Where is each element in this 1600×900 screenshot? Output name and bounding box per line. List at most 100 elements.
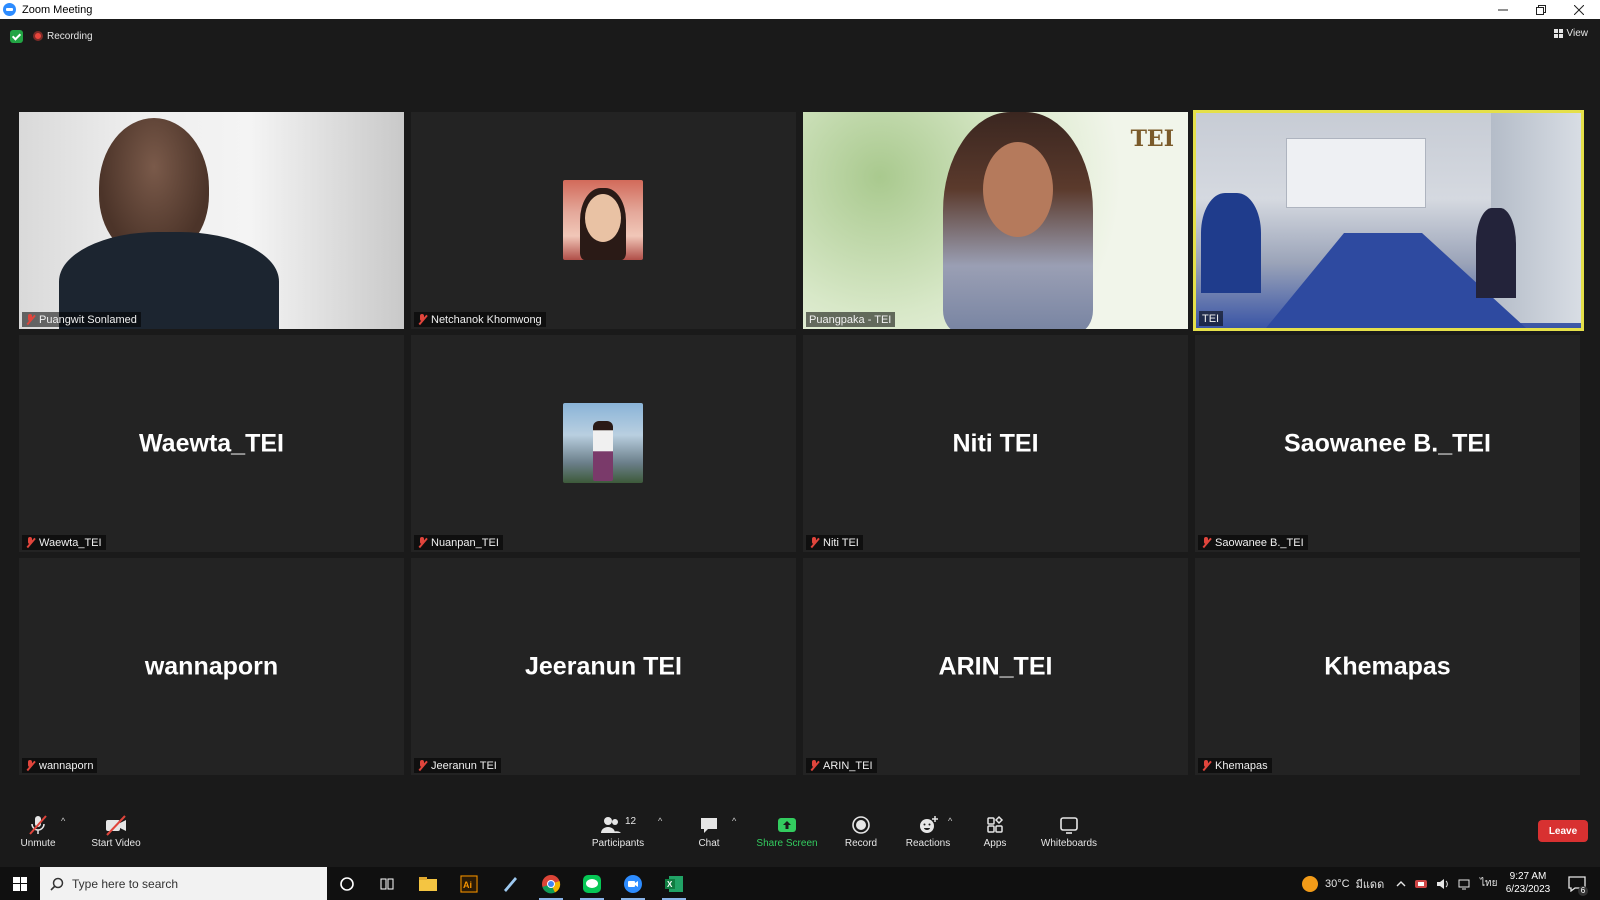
participant-display-name: Waewta_TEI: [139, 429, 284, 457]
participant-name-tag: Khemapas: [1198, 758, 1272, 773]
minimize-icon: [1498, 9, 1508, 10]
participant-display-name: ARIN_TEI: [938, 652, 1053, 680]
video-tile[interactable]: Netchanok Khomwong: [411, 112, 796, 329]
line-taskbar-button[interactable]: [572, 867, 612, 900]
participant-name: Waewta_TEI: [39, 536, 102, 549]
video-background-logo: TEI: [1130, 126, 1174, 152]
video-tile[interactable]: Khemapas Khemapas: [1195, 558, 1580, 775]
leave-button[interactable]: Leave: [1538, 820, 1588, 842]
task-view-button[interactable]: [367, 867, 407, 900]
grid-icon: [1553, 29, 1563, 38]
restore-icon: [1536, 4, 1546, 15]
apps-label: Apps: [983, 838, 1007, 849]
participant-name-tag: Netchanok Khomwong: [414, 312, 546, 327]
illustrator-taskbar-button[interactable]: Ai: [449, 867, 489, 900]
clock-date: 6/23/2023: [1505, 884, 1551, 895]
reactions-icon: [920, 816, 938, 833]
participant-name: TEI: [1202, 312, 1220, 325]
close-button[interactable]: [1560, 0, 1598, 19]
video-tile[interactable]: wannaporn wannaporn: [19, 558, 404, 775]
participants-label: Participants: [591, 838, 645, 849]
participant-name-tag: Saowanee B._TEI: [1198, 535, 1308, 550]
muted-mic-icon: [809, 759, 819, 772]
participant-name: Puangpaka - TEI: [809, 313, 892, 326]
start-button[interactable]: [0, 867, 40, 900]
muted-mic-icon: [1201, 759, 1211, 772]
taskbar-search-box[interactable]: Type here to search: [40, 867, 327, 900]
svg-text:X: X: [667, 880, 673, 889]
weather-temperature: 30°C: [1325, 877, 1350, 890]
participant-name-tag: Waewta_TEI: [22, 535, 106, 550]
tray-app-icon[interactable]: [1414, 878, 1428, 890]
task-view-icon: [380, 878, 394, 889]
video-tile[interactable]: Niti TEI Niti TEI: [803, 335, 1188, 552]
zoom-taskbar-button[interactable]: [613, 867, 653, 900]
network-icon[interactable]: [1458, 878, 1472, 890]
video-tile[interactable]: TEI Puangpaka - TEI: [803, 112, 1188, 329]
line-app-icon: [583, 874, 601, 893]
notes-taskbar-button[interactable]: [490, 867, 530, 900]
video-tile[interactable]: Nuanpan_TEI: [411, 335, 796, 552]
start-video-button[interactable]: Start Video: [88, 812, 144, 849]
participant-video: TEI: [803, 112, 1188, 329]
participant-name: Puangwit Sonlamed: [39, 313, 137, 326]
video-tile[interactable]: ARIN_TEI ARIN_TEI: [803, 558, 1188, 775]
active-speaker-tile[interactable]: TEI: [1193, 110, 1584, 331]
participant-display-name: Saowanee B._TEI: [1283, 429, 1492, 457]
chat-options-caret-icon[interactable]: ^: [732, 816, 736, 826]
chat-button[interactable]: Chat: [692, 812, 726, 849]
weather-widget[interactable]: 30°C มีแดด: [1301, 867, 1384, 900]
sun-icon: [1302, 875, 1318, 892]
participant-name-tag: Puangwit Sonlamed: [22, 312, 141, 327]
participants-button[interactable]: 12 Participants: [588, 812, 648, 850]
participant-name-tag: Jeeranun TEI: [414, 758, 501, 773]
record-label: Record: [844, 838, 878, 849]
input-language-indicator[interactable]: ไทย: [1480, 876, 1497, 891]
video-tile[interactable]: Jeeranun TEI Jeeranun TEI: [411, 558, 796, 775]
share-screen-button[interactable]: Share Screen: [756, 812, 818, 849]
participant-avatar: [563, 180, 643, 260]
video-tile[interactable]: Waewta_TEI Waewta_TEI: [19, 335, 404, 552]
participant-video: [1196, 113, 1581, 328]
view-label: View: [1566, 28, 1589, 39]
muted-mic-icon: [417, 759, 427, 772]
whiteboards-label: Whiteboards: [1040, 838, 1098, 849]
minimize-button[interactable]: [1484, 0, 1522, 19]
participant-display-name: Khemapas: [1324, 652, 1451, 680]
record-button[interactable]: Record: [843, 812, 879, 849]
muted-mic-icon: [417, 313, 427, 326]
participants-options-caret-icon[interactable]: ^: [658, 816, 662, 826]
unmute-button[interactable]: Unmute: [18, 812, 58, 849]
video-tile[interactable]: Puangwit Sonlamed: [19, 112, 404, 329]
whiteboards-button[interactable]: Whiteboards: [1038, 812, 1100, 849]
record-icon: [852, 816, 870, 834]
taskbar-clock[interactable]: 9:27 AM 6/23/2023: [1500, 870, 1556, 896]
video-tile[interactable]: Saowanee B._TEI Saowanee B._TEI: [1195, 335, 1580, 552]
excel-taskbar-button[interactable]: X: [654, 867, 694, 900]
video-off-icon: [106, 815, 126, 836]
participant-name-tag: TEI: [1199, 311, 1224, 326]
cortana-button[interactable]: [327, 867, 367, 900]
file-explorer-taskbar-button[interactable]: [408, 867, 448, 900]
action-center-button[interactable]: 6: [1562, 867, 1592, 900]
view-button[interactable]: View: [1553, 28, 1589, 39]
audio-options-caret-icon[interactable]: ^: [61, 816, 65, 826]
participant-name: Niti TEI: [823, 536, 859, 549]
restore-button[interactable]: [1522, 0, 1560, 19]
search-placeholder: Type here to search: [72, 876, 179, 891]
window-title: Zoom Meeting: [22, 3, 93, 16]
participant-name: Netchanok Khomwong: [431, 313, 542, 326]
encryption-shield-icon[interactable]: [10, 29, 23, 43]
chrome-taskbar-button[interactable]: [531, 867, 571, 900]
recording-label: Recording: [47, 30, 93, 42]
speaker-icon[interactable]: [1436, 878, 1450, 890]
cortana-circle-icon: [340, 876, 354, 891]
muted-mic-icon: [417, 536, 427, 549]
participant-name: Nuanpan_TEI: [431, 536, 499, 549]
reactions-button[interactable]: Reactions: [905, 812, 951, 849]
muted-microphone-icon: [29, 815, 47, 835]
show-hidden-icons-chevron-icon[interactable]: [1396, 879, 1406, 889]
participant-name-tag: ARIN_TEI: [806, 758, 877, 773]
reactions-options-caret-icon[interactable]: ^: [948, 816, 952, 826]
apps-button[interactable]: Apps: [981, 812, 1009, 849]
